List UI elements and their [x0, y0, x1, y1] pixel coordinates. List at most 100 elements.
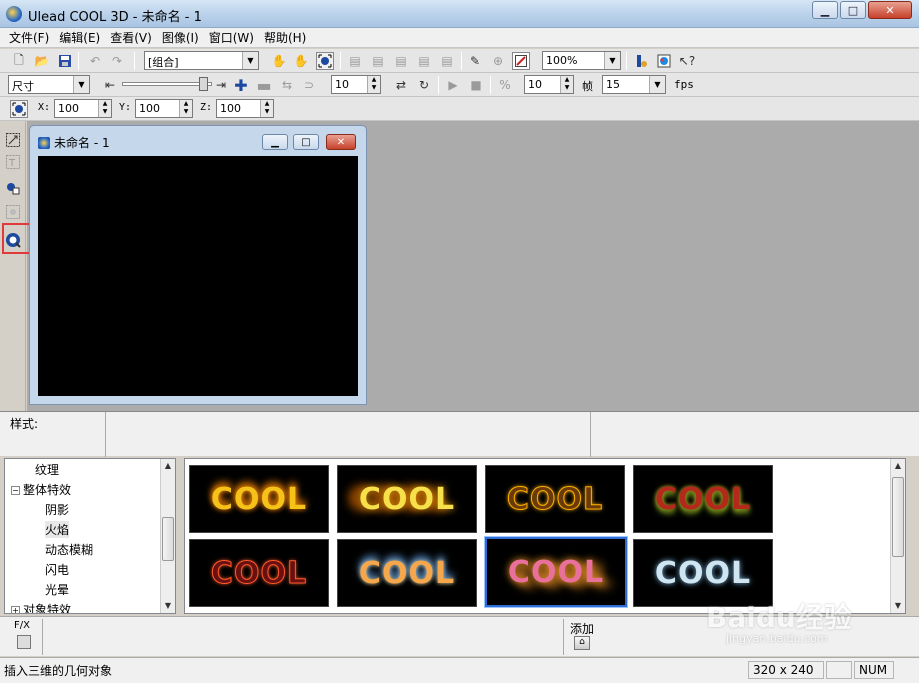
z-spinner[interactable]: 100 ▲ ▼ [216, 99, 274, 118]
spin-arrows-icon[interactable]: ▲ ▼ [98, 100, 111, 117]
effects-gallery: COOL COOL COOL COOL COOL COOL COOL COOL … [184, 458, 906, 614]
tree-item-texture[interactable]: 纹理 [35, 461, 59, 478]
size-object-icon[interactable] [316, 52, 334, 70]
stop-icon[interactable]: ■ [467, 76, 485, 94]
effect-thumb[interactable]: COOL [189, 465, 329, 533]
insert-graphic-icon[interactable] [4, 131, 22, 149]
last-frame-icon[interactable]: ⇥ [212, 76, 230, 94]
scroll-thumb[interactable] [892, 477, 904, 557]
spin-arrows-icon[interactable]: ▲ ▼ [367, 76, 380, 93]
zoom-combo[interactable]: 100% ▼ [542, 51, 621, 70]
scroll-down-icon[interactable]: ▼ [891, 599, 905, 613]
first-frame-icon[interactable]: ⇤ [101, 76, 119, 94]
effect-thumb[interactable]: COOL [337, 465, 477, 533]
render-canvas[interactable] [38, 156, 358, 396]
spin-arrows-icon[interactable]: ▲ ▼ [260, 100, 273, 117]
menu-view[interactable]: 查看(V) [105, 29, 157, 46]
expand-icon[interactable]: + [11, 606, 20, 613]
menu-window[interactable]: 窗口(W) [204, 29, 259, 46]
x-spinner[interactable]: 100 ▲ ▼ [54, 99, 112, 118]
edit-object-icon[interactable] [4, 203, 22, 221]
align-icon-2[interactable]: ▤ [369, 52, 387, 70]
thumb-text: COOL [507, 554, 605, 590]
insert-shape-icon[interactable] [4, 179, 22, 197]
percent-icon[interactable]: % [496, 76, 514, 94]
fps-value: 15 [606, 78, 620, 91]
menu-image[interactable]: 图像(I) [157, 29, 204, 46]
tree-item-lightning[interactable]: 闪电 [45, 561, 69, 578]
align-icon-1[interactable]: ▤ [346, 52, 364, 70]
spin-arrows-icon[interactable]: ▲ ▼ [560, 76, 573, 93]
web-export-icon[interactable] [655, 52, 673, 70]
collapse-icon[interactable]: − [11, 486, 20, 495]
attribute-combo[interactable]: 尺寸 ▼ [8, 75, 90, 94]
gallery-scrollbar[interactable]: ▲ ▼ [890, 459, 905, 613]
scroll-down-icon[interactable]: ▼ [161, 599, 175, 613]
tree-item-label: 纹理 [35, 463, 60, 477]
plugin-icon[interactable] [632, 52, 650, 70]
loop-icon[interactable]: ⇄ [392, 76, 410, 94]
minimize-button[interactable]: ▁ [812, 1, 838, 19]
rotate-hand-icon[interactable]: ✋ [292, 52, 310, 70]
globe-icon[interactable]: ⊕ [489, 52, 507, 70]
timeline-thumb[interactable] [199, 77, 208, 91]
effect-thumb-selected[interactable]: COOL [485, 537, 627, 607]
redo-icon[interactable]: ↷ [108, 52, 126, 70]
fx-icon[interactable] [17, 635, 31, 649]
size-mode-icon[interactable] [10, 100, 28, 118]
remove-keyframe-icon[interactable]: ▬ [255, 76, 273, 95]
menu-help[interactable]: 帮助(H) [259, 29, 311, 46]
thumb-text: COOL [506, 481, 604, 517]
object-select-combo[interactable]: [组合] ▼ [144, 51, 259, 70]
light-icon[interactable]: ✎ [466, 52, 484, 70]
align-icon-4[interactable]: ▤ [415, 52, 433, 70]
scroll-up-icon[interactable]: ▲ [161, 459, 175, 473]
add-icon[interactable]: ⌂ [574, 636, 590, 650]
effect-thumb[interactable]: COOL [485, 465, 625, 533]
close-button[interactable]: ✕ [868, 1, 912, 19]
fps-combo[interactable]: 15 ▼ [602, 75, 666, 94]
hand-move-icon[interactable]: ✋ [270, 52, 288, 70]
tree-item-overall-effects[interactable]: − 整体特效 [11, 481, 71, 498]
menu-file[interactable]: 文件(F) [4, 29, 54, 46]
effect-thumb[interactable]: COOL [337, 539, 477, 607]
doc-close-button[interactable]: ✕ [326, 134, 356, 150]
doc-maximize-button[interactable]: □ [293, 134, 319, 150]
effect-thumb[interactable]: COOL [189, 539, 329, 607]
tree-scrollbar[interactable]: ▲ ▼ [160, 459, 175, 613]
tree-item-fire[interactable]: 火焰 [45, 521, 70, 538]
save-icon[interactable] [56, 52, 74, 70]
tree-item-label: 对象特效 [23, 603, 72, 614]
spin-arrows-icon[interactable]: ▲ ▼ [179, 100, 192, 117]
scroll-thumb[interactable] [162, 517, 174, 561]
rotate-loop-icon[interactable]: ↻ [415, 76, 433, 94]
menu-edit[interactable]: 编辑(E) [54, 29, 105, 46]
timeline-slider[interactable] [122, 77, 212, 91]
y-spinner[interactable]: 100 ▲ ▼ [135, 99, 193, 118]
frame-view-icon[interactable] [512, 52, 530, 70]
frame-spinner[interactable]: 10 ▲ ▼ [524, 75, 574, 94]
new-file-icon[interactable]: 🗋 [10, 52, 28, 70]
insert-text-icon[interactable]: T [4, 153, 22, 171]
add-keyframe-icon[interactable]: ✚ [232, 76, 250, 95]
effect-thumb[interactable]: COOL [633, 539, 773, 607]
tree-item-glow[interactable]: 光晕 [45, 581, 69, 598]
undo-icon[interactable]: ↶ [86, 52, 104, 70]
effect-thumb[interactable]: COOL [633, 465, 773, 533]
open-folder-icon[interactable]: 📂 [33, 52, 51, 70]
align-icon-5[interactable]: ▤ [438, 52, 456, 70]
reverse-icon[interactable]: ⊃ [300, 76, 318, 94]
doc-minimize-button[interactable]: ▁ [262, 134, 288, 150]
scroll-up-icon[interactable]: ▲ [891, 459, 905, 473]
zoom-value: 100% [546, 54, 578, 67]
status-cell-empty [826, 661, 852, 679]
tree-item-object-effects[interactable]: + 对象特效 [11, 601, 72, 614]
step-spinner[interactable]: 10 ▲ ▼ [331, 75, 381, 94]
tree-item-motion-blur[interactable]: 动态模糊 [45, 541, 93, 558]
play-icon[interactable]: ▶ [444, 76, 462, 94]
help-pointer-icon[interactable]: ↖? [678, 52, 696, 70]
copy-keyframe-icon[interactable]: ⇆ [278, 76, 296, 94]
align-icon-3[interactable]: ▤ [392, 52, 410, 70]
tree-item-shadow[interactable]: 阴影 [45, 501, 69, 518]
maximize-button[interactable]: □ [840, 1, 866, 19]
